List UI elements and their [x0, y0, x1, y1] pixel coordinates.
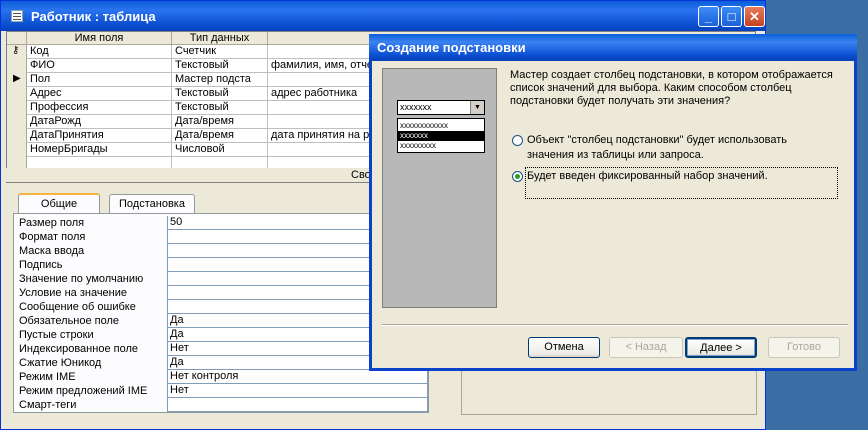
preview-list: xxxxxxxxxxxx xxxxxxx xxxxxxxxx	[397, 118, 485, 153]
property-label: Маска ввода	[19, 245, 85, 257]
window-title: Работник : таблица	[31, 9, 156, 24]
field-name-cell[interactable]: Адрес	[27, 87, 172, 100]
field-name-cell[interactable]: ФИО	[27, 59, 172, 72]
data-type-cell[interactable]: Мастер подста	[172, 73, 268, 86]
properties-caption: Сво	[351, 169, 371, 181]
dialog-title: Создание подстановки	[377, 40, 526, 55]
option-table-query-label-1[interactable]: Объект "столбец подстановки" будет испол…	[527, 134, 787, 147]
field-name-cell[interactable]: НомерБригады	[27, 143, 172, 156]
grid-corner	[7, 32, 27, 45]
window-titlebar[interactable]: Работник : таблица _ □ ✕	[1, 1, 765, 31]
property-label: Подпись	[19, 259, 63, 271]
property-row: Маска ввода	[19, 244, 428, 258]
property-label: Пустые строки	[19, 329, 94, 341]
data-type-cell[interactable]: Текстовый	[172, 87, 268, 100]
property-label: Формат поля	[19, 231, 86, 243]
row-selector[interactable]: ⚷	[7, 45, 27, 59]
option-fixed-values-radio[interactable]	[512, 171, 523, 182]
wizard-preview-image: xxxxxxx ▼ xxxxxxxxxxxx xxxxxxx xxxxxxxxx	[382, 68, 497, 308]
tab-general[interactable]: Общие	[18, 193, 100, 215]
column-header-data-type[interactable]: Тип данных	[172, 32, 268, 45]
row-selector[interactable]	[7, 129, 27, 143]
row-selector[interactable]	[7, 101, 27, 115]
field-name-cell[interactable]: Пол	[27, 73, 172, 86]
property-label: Режим предложений IME	[19, 385, 148, 397]
preview-list-item: xxxxxxxxxxxx	[400, 121, 448, 130]
property-label: Условие на значение	[19, 287, 128, 299]
back-button[interactable]: < Назад	[609, 337, 683, 358]
property-label: Значение по умолчанию	[19, 273, 144, 285]
row-selector[interactable]: ▶	[7, 73, 27, 87]
property-row: Обязательное поле Да	[19, 314, 428, 328]
property-row: Размер поля 50	[19, 216, 428, 230]
property-row: Индексированное поле Нет	[19, 342, 428, 356]
row-selector[interactable]	[7, 59, 27, 73]
property-row: Сообщение об ошибке	[19, 300, 428, 314]
field-name-cell[interactable]: ДатаРожд	[27, 115, 172, 128]
property-row: Значение по умолчанию	[19, 272, 428, 286]
row-selector[interactable]	[7, 143, 27, 157]
property-label: Индексированное поле	[19, 343, 138, 355]
chevron-down-icon: ▼	[470, 101, 484, 114]
property-row: Формат поля	[19, 230, 428, 244]
minimize-button[interactable]: _	[698, 6, 719, 27]
data-type-cell[interactable]: Числовой	[172, 143, 268, 156]
close-button[interactable]: ✕	[744, 6, 765, 27]
property-label: Смарт-теги	[19, 399, 77, 411]
data-type-cell[interactable]: Текстовый	[172, 59, 268, 72]
property-row: Режим предложений IME Нет	[19, 384, 428, 398]
field-name-cell[interactable]: Профессия	[27, 101, 172, 114]
property-value-field[interactable]: Нет	[167, 384, 428, 398]
option-table-query-radio[interactable]	[512, 135, 523, 146]
option-table-query-label-2[interactable]: значения из таблицы или запроса.	[527, 149, 704, 162]
maximize-button[interactable]: □	[721, 6, 742, 27]
preview-combo-text: xxxxxxx	[400, 102, 432, 112]
data-type-cell[interactable]: Дата/время	[172, 129, 268, 142]
finish-button[interactable]: Готово	[768, 337, 840, 358]
property-row: Режим IME Нет контроля	[19, 370, 428, 384]
property-label: Обязательное поле	[19, 315, 120, 327]
property-row: Сжатие Юникод Да	[19, 356, 428, 370]
next-button[interactable]: Далее >	[685, 337, 757, 358]
property-label: Размер поля	[19, 217, 85, 229]
dialog-titlebar[interactable]: Создание подстановки	[369, 34, 857, 61]
cancel-button[interactable]: Отмена	[528, 337, 600, 358]
row-selector[interactable]	[7, 87, 27, 101]
option-fixed-values-label[interactable]: Будет введен фиксированный набор значени…	[527, 170, 768, 183]
field-properties-panel: Размер поля 50 Формат поля Маска ввода Подпи…	[13, 213, 429, 413]
property-row: Условие на значение	[19, 286, 428, 300]
preview-combobox: xxxxxxx ▼	[397, 100, 485, 115]
property-row: Пустые строки Да	[19, 328, 428, 342]
row-selector[interactable]	[7, 115, 27, 129]
field-name-cell[interactable]: ДатаПринятия	[27, 129, 172, 142]
preview-list-item: xxxxxxxxx	[400, 141, 436, 150]
property-value-field[interactable]	[167, 398, 428, 412]
data-type-cell[interactable]: Счетчик	[172, 45, 268, 58]
current-row-arrow-icon: ▶	[13, 73, 21, 84]
wizard-description: Мастер создает столбец подстановки, в ко…	[510, 69, 833, 107]
property-row: Подпись	[19, 258, 428, 272]
field-name-cell[interactable]: Код	[27, 45, 172, 58]
data-type-cell[interactable]: Текстовый	[172, 101, 268, 114]
key-icon: ⚷	[12, 45, 20, 56]
dialog-separator	[382, 324, 848, 326]
column-header-field-name[interactable]: Имя поля	[27, 32, 172, 45]
property-row: Смарт-теги	[19, 398, 428, 412]
property-label: Сообщение об ошибке	[19, 301, 136, 313]
lookup-wizard-dialog: Создание подстановки xxxxxxx ▼ xxxxxxxxx…	[369, 34, 857, 371]
data-type-cell[interactable]: Дата/время	[172, 115, 268, 128]
table-icon	[11, 10, 23, 22]
property-label: Сжатие Юникод	[19, 357, 102, 369]
preview-list-item: xxxxxxx	[398, 131, 484, 141]
tab-lookup[interactable]: Подстановка	[109, 194, 195, 214]
property-label: Режим IME	[19, 371, 76, 383]
property-value-field[interactable]: Нет контроля	[167, 370, 428, 384]
